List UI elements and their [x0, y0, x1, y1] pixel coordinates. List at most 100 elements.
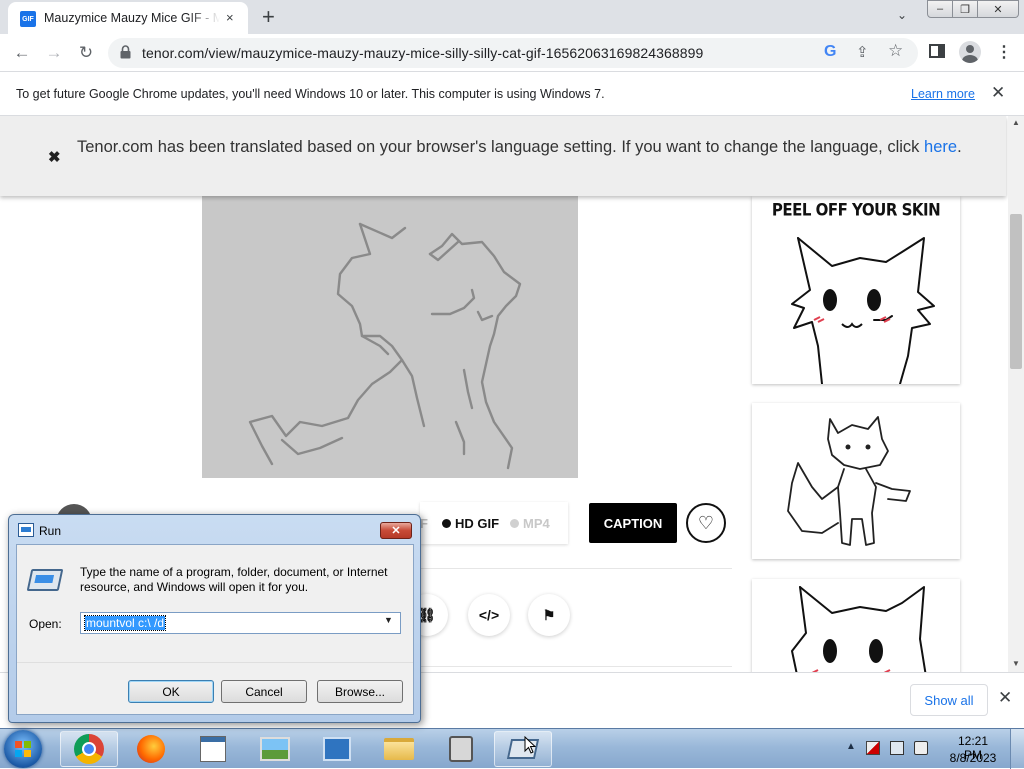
- clock-date[interactable]: 8/8/2023: [948, 751, 998, 765]
- related-gif-thumbnail[interactable]: [752, 403, 960, 559]
- favorite-heart-icon[interactable]: ♡: [686, 503, 726, 543]
- translate-message-text: Tenor.com has been translated based on y…: [77, 138, 925, 156]
- download-bar-close-icon[interactable]: ✕: [998, 688, 1012, 708]
- lock-icon[interactable]: [120, 45, 131, 59]
- chrome-menu-icon[interactable]: ⋮: [996, 42, 1012, 62]
- run-title-icon: [18, 523, 34, 537]
- mouse-cursor-icon: [524, 736, 536, 754]
- run-dialog-title: Run: [39, 524, 62, 538]
- taskbar-firefox[interactable]: [122, 731, 180, 767]
- firefox-icon: [137, 735, 165, 763]
- wordpad-icon: [200, 736, 226, 762]
- tab-strip: GIF Mauzymice Mauzy Mice GIF - Mauzymice…: [0, 0, 1024, 34]
- cancel-button[interactable]: Cancel: [221, 680, 307, 703]
- main-gif[interactable]: [202, 186, 578, 478]
- window-close-button[interactable]: ✕: [977, 0, 1019, 18]
- divider: [420, 568, 732, 569]
- thumbnail-caption: PEEL OFF YOUR SKIN: [771, 199, 941, 221]
- browser-tab[interactable]: GIF Mauzymice Mauzy Mice GIF - Mauzymice…: [8, 2, 248, 34]
- taskbar-chrome[interactable]: [60, 731, 118, 767]
- tab-title: Mauzymice Mauzy Mice GIF - Mauzymice Mau…: [44, 11, 220, 25]
- translate-message: Tenor.com has been translated based on y…: [77, 135, 977, 159]
- format-mp4-option[interactable]: MP4: [510, 516, 550, 531]
- back-arrow-icon[interactable]: ←: [10, 41, 34, 65]
- tenor-favicon-icon: GIF: [20, 11, 36, 27]
- bookmark-star-icon[interactable]: ☆: [888, 41, 903, 61]
- google-lens-icon[interactable]: G: [824, 43, 836, 61]
- translate-banner: ✖ Tenor.com has been translated based on…: [0, 116, 1006, 196]
- window-restore-button[interactable]: ❐: [952, 0, 978, 18]
- browse-button[interactable]: Browse...: [317, 680, 403, 703]
- scroll-up-arrow-icon[interactable]: ▲: [1008, 116, 1024, 130]
- taskbar-run[interactable]: [494, 731, 552, 767]
- chrome-icon: [74, 734, 104, 764]
- volume-icon[interactable]: [914, 741, 928, 755]
- profile-avatar-icon[interactable]: [959, 41, 981, 63]
- tab-close-icon[interactable]: ×: [226, 10, 234, 25]
- run-program-icon: [26, 569, 64, 591]
- related-gif-thumbnail[interactable]: [752, 579, 960, 672]
- open-combobox[interactable]: mountvol c:\ /d ▼: [80, 612, 401, 634]
- window-minimize-button[interactable]: ‒: [927, 0, 953, 18]
- side-panel-icon[interactable]: [929, 44, 945, 58]
- run-button-row: OK Cancel Browse...: [17, 662, 413, 714]
- divider: [420, 666, 732, 667]
- network-icon[interactable]: [890, 741, 904, 755]
- new-tab-button[interactable]: +: [262, 4, 275, 30]
- taskbar: ▲ 12:21 PM 8/8/2023: [0, 728, 1024, 769]
- taskbar-explorer[interactable]: [370, 731, 428, 767]
- action-center-flag-icon[interactable]: [866, 741, 880, 755]
- open-input-value[interactable]: mountvol c:\ /d: [83, 615, 167, 631]
- open-label: Open:: [29, 617, 62, 631]
- cat-drawing-image: [791, 237, 935, 384]
- tab-search-chevron-icon[interactable]: ⌄: [897, 8, 907, 22]
- report-flag-icon[interactable]: ⚑: [528, 594, 570, 636]
- url-text[interactable]: tenor.com/view/mauzymice-mauzy-mauzy-mic…: [142, 45, 703, 61]
- format-hd-gif-option[interactable]: HD GIF: [442, 516, 499, 531]
- start-button[interactable]: [4, 730, 42, 768]
- show-hidden-icons-chevron-icon[interactable]: ▲: [846, 741, 856, 752]
- infobar-message: To get future Google Chrome updates, you…: [16, 87, 605, 101]
- unselected-dot-icon: [510, 519, 519, 528]
- photo-viewer-icon: [260, 737, 290, 761]
- control-panel-icon: [323, 737, 351, 761]
- reload-icon[interactable]: ↻: [74, 41, 98, 65]
- translate-message-end: .: [957, 138, 962, 156]
- show-all-downloads-button[interactable]: Show all: [910, 684, 988, 716]
- ok-button[interactable]: OK: [128, 680, 214, 703]
- run-description: Type the name of a program, folder, docu…: [80, 565, 388, 594]
- share-icon[interactable]: ⇪: [856, 43, 869, 61]
- embed-code-icon[interactable]: </>: [468, 594, 510, 636]
- address-bar[interactable]: tenor.com/view/mauzymice-mauzy-mauzy-mic…: [108, 38, 918, 68]
- scrollbar-thumb[interactable]: [1010, 214, 1022, 369]
- taskbar-control-panel[interactable]: [308, 731, 366, 767]
- translate-close-icon[interactable]: ✖: [48, 148, 61, 166]
- folder-icon: [384, 738, 414, 760]
- taskbar-wordpad[interactable]: [184, 731, 242, 767]
- run-close-button[interactable]: ✕: [380, 522, 412, 539]
- format-gif-option[interactable]: F: [420, 516, 428, 531]
- format-selector: F HD GIF MP4: [420, 502, 568, 544]
- selected-dot-icon: [442, 519, 451, 528]
- scroll-down-arrow-icon[interactable]: ▼: [1008, 657, 1024, 671]
- browser-toolbar: ← → ↻ tenor.com/view/mauzymice-mauzy-mau…: [0, 34, 1024, 72]
- run-dialog-body: Type the name of a program, folder, docu…: [16, 544, 414, 715]
- translate-here-link[interactable]: here: [924, 138, 957, 156]
- dropdown-arrow-icon[interactable]: ▼: [384, 615, 393, 625]
- cat-drawing-image: [787, 416, 911, 546]
- taskbar-photo-viewer[interactable]: [246, 731, 304, 767]
- format-mp4-label: MP4: [523, 516, 550, 531]
- format-hd-gif-label: HD GIF: [455, 516, 500, 531]
- forward-arrow-icon[interactable]: →: [42, 41, 66, 65]
- page-scrollbar[interactable]: ▲ ▼: [1008, 116, 1024, 672]
- infobar-close-icon[interactable]: ✕: [991, 83, 1005, 103]
- cat-sketch-image: [248, 222, 522, 470]
- cat-drawing-image: [791, 586, 927, 672]
- caption-button[interactable]: CAPTION: [589, 503, 677, 543]
- taskbar-fax-scan[interactable]: [432, 731, 490, 767]
- learn-more-link[interactable]: Learn more: [911, 87, 975, 101]
- show-desktop-button[interactable]: [1010, 729, 1024, 769]
- related-gif-thumbnail[interactable]: PEEL OFF YOUR SKIN: [752, 196, 960, 384]
- fax-scanner-icon: [449, 736, 473, 762]
- update-infobar: To get future Google Chrome updates, you…: [0, 72, 1024, 116]
